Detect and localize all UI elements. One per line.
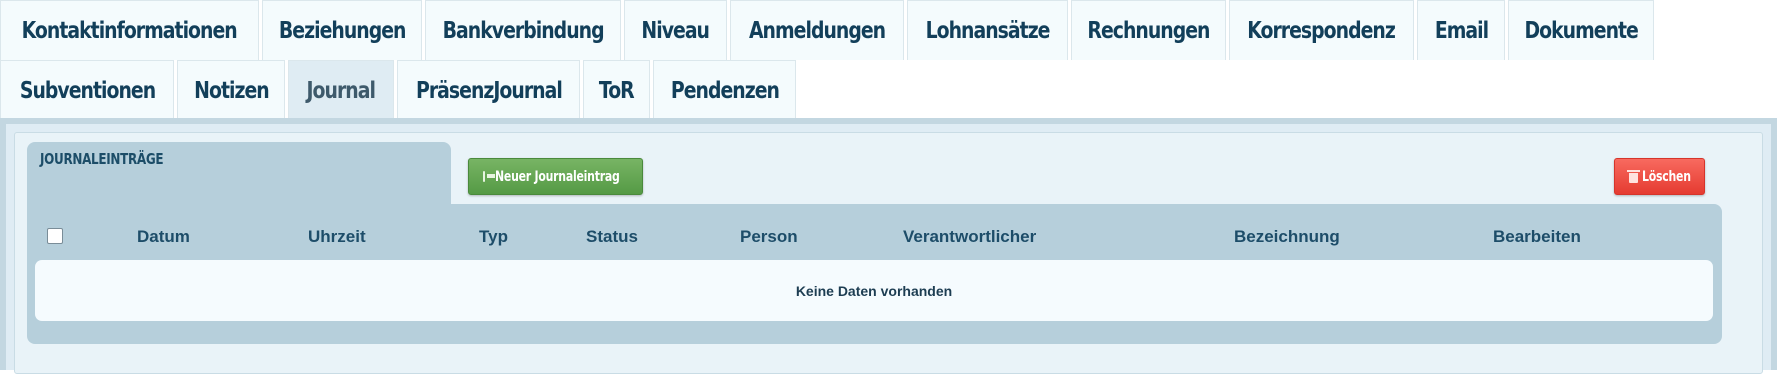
tab-label: Niveau <box>641 17 711 44</box>
tab-label: Notizen <box>193 77 270 104</box>
tab-label: Journal <box>306 77 376 104</box>
tab-email[interactable]: Email <box>1417 0 1505 60</box>
tab-notizen[interactable]: Notizen <box>177 60 285 120</box>
tab-label: Subventionen <box>19 77 155 104</box>
tab-label: ToR <box>599 77 635 104</box>
journal-entries-title: JOURNALEINTRÄGE <box>40 150 164 168</box>
tab-journal[interactable]: Journal <box>288 60 394 120</box>
tab-rechnungen[interactable]: Rechnungen <box>1071 0 1226 60</box>
tab-kontaktinformationen[interactable]: Kontaktinformationen <box>0 0 259 60</box>
tab-label: Email <box>1434 17 1488 44</box>
tab-label: Rechnungen <box>1087 17 1210 44</box>
column-header-status[interactable]: Status <box>586 227 638 247</box>
column-header-bearbeiten: Bearbeiten <box>1493 227 1581 246</box>
empty-table-row: Keine Daten vorhanden <box>35 260 1713 321</box>
tab-label: Kontaktinformationen <box>21 17 238 44</box>
tab-pendenzen[interactable]: Pendenzen <box>653 60 796 120</box>
tab-lohnansaetze[interactable]: Lohnansätze <box>907 0 1068 60</box>
column-header-verantwortlicher[interactable]: Verantwortlicher <box>903 227 1036 247</box>
tab-anmeldungen[interactable]: Anmeldungen <box>730 0 904 60</box>
tab-beziehungen[interactable]: Beziehungen <box>262 0 422 60</box>
tab-label: Lohnansätze <box>925 17 1051 44</box>
new-journal-entry-label: Neuer Journaleintrag <box>495 168 620 185</box>
trash-icon <box>1627 170 1640 183</box>
column-header-person[interactable]: Person <box>740 227 798 247</box>
tab-label: PräsenzJournal <box>415 77 563 104</box>
monitor-icon <box>483 171 495 182</box>
tab-label: Beziehungen <box>278 17 407 44</box>
tab-label: Anmeldungen <box>748 17 886 44</box>
tab-niveau[interactable]: Niveau <box>624 0 727 60</box>
tab-korrespondenz[interactable]: Korrespondenz <box>1229 0 1414 60</box>
tab-praesenzjournal[interactable]: PräsenzJournal <box>397 60 580 120</box>
tab-bar-row-1: Kontaktinformationen Beziehungen Bankver… <box>0 0 1657 60</box>
column-header-datum[interactable]: Datum <box>137 227 190 247</box>
tab-bankverbindung[interactable]: Bankverbindung <box>425 0 621 60</box>
delete-label: Löschen <box>1641 168 1691 185</box>
tab-label: Korrespondenz <box>1247 17 1397 44</box>
tab-subventionen[interactable]: Subventionen <box>0 60 174 120</box>
delete-button[interactable]: Löschen <box>1614 158 1705 195</box>
tab-label: Pendenzen <box>670 77 779 104</box>
empty-table-message: Keine Daten vorhanden <box>795 282 953 299</box>
tab-dokumente[interactable]: Dokumente <box>1508 0 1654 60</box>
tab-tor[interactable]: ToR <box>583 60 650 120</box>
column-header-bezeichnung[interactable]: Bezeichnung <box>1234 227 1340 247</box>
tab-bar-row-2: Subventionen Notizen Journal PräsenzJour… <box>0 60 799 120</box>
new-journal-entry-button[interactable]: Neuer Journaleintrag <box>468 158 643 195</box>
column-header-typ[interactable]: Typ <box>479 227 508 247</box>
tab-label: Bankverbindung <box>442 17 605 44</box>
table-header: Datum Uhrzeit Typ Status Person Verantwo… <box>27 222 1722 252</box>
column-header-uhrzeit[interactable]: Uhrzeit <box>308 227 366 247</box>
tab-label: Dokumente <box>1524 17 1638 44</box>
